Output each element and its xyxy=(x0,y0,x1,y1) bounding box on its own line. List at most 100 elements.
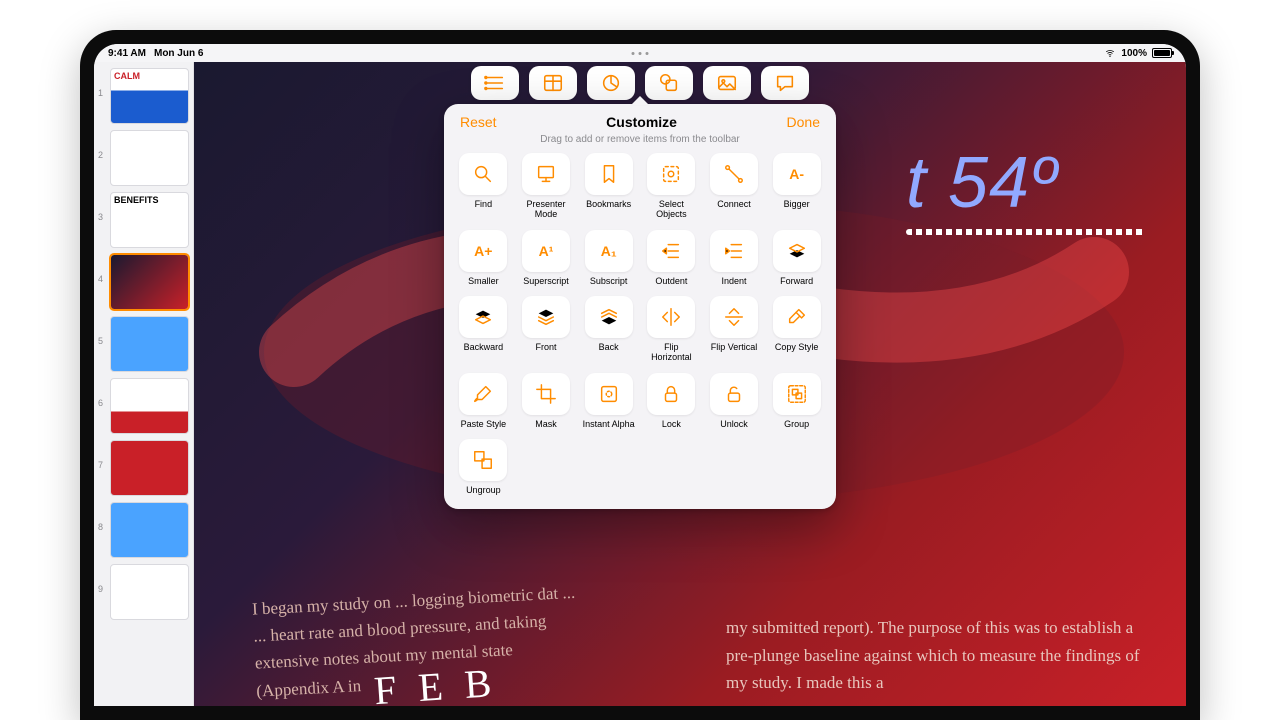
toolbar-item-select-objects[interactable]: Select Objects xyxy=(644,153,699,220)
presenter-mode-icon xyxy=(522,153,570,195)
status-battery-pct: 100% xyxy=(1121,48,1147,59)
toolbar-item-label: Indent xyxy=(721,276,746,286)
popover-subtitle: Drag to add or remove items from the too… xyxy=(456,134,824,145)
toolbar-item-label: Forward xyxy=(780,276,813,286)
instant-alpha-icon xyxy=(585,373,633,415)
toolbar-item-label: Copy Style xyxy=(775,342,819,352)
slide-thumb-7[interactable]: 7 xyxy=(98,440,189,496)
outdent-icon xyxy=(647,230,695,272)
slide-navigator[interactable]: 1CALM 2 3BENEFITS 4 5 6 7 8 9 xyxy=(94,62,194,706)
toolbar-item-label: Front xyxy=(535,342,556,352)
multitask-dots[interactable] xyxy=(632,52,649,55)
screen: 9:41 AM Mon Jun 6 100% t 54º I began my … xyxy=(94,44,1186,706)
status-date: Mon Jun 6 xyxy=(154,48,203,59)
toolbar-item-label: Mask xyxy=(535,419,557,429)
front-icon xyxy=(522,296,570,338)
toolbar-item-label: Unlock xyxy=(720,419,748,429)
slide-thumb-1[interactable]: 1CALM xyxy=(98,68,189,124)
customize-popover: Reset Customize Done Drag to add or remo… xyxy=(444,104,836,509)
superscript-icon: A¹ xyxy=(522,230,570,272)
toolbar-item-connect[interactable]: Connect xyxy=(707,153,762,220)
toolbar-item-label: Ungroup xyxy=(466,485,501,495)
group-icon xyxy=(773,373,821,415)
flip-horizontal-icon xyxy=(647,296,695,338)
toolbar-table-button[interactable] xyxy=(529,66,577,100)
wifi-icon xyxy=(1104,48,1116,58)
slide-title: t 54º xyxy=(906,142,1146,235)
toolbar-item-unlock[interactable]: Unlock xyxy=(707,373,762,429)
toolbar-item-label: Paste Style xyxy=(461,419,507,429)
reset-button[interactable]: Reset xyxy=(460,114,497,130)
status-time: 9:41 AM xyxy=(108,48,146,59)
slide-thumb-6[interactable]: 6 xyxy=(98,378,189,434)
status-bar: 9:41 AM Mon Jun 6 100% xyxy=(94,44,1186,62)
toolbar-item-copy-style[interactable]: Copy Style xyxy=(769,296,824,363)
toolbar-chart-button[interactable] xyxy=(587,66,635,100)
toolbar-item-presenter-mode[interactable]: Presenter Mode xyxy=(519,153,574,220)
back-icon xyxy=(585,296,633,338)
toolbar-item-front[interactable]: Front xyxy=(519,296,574,363)
toolbar-item-label: Superscript xyxy=(523,276,569,286)
slide-thumb-3[interactable]: 3BENEFITS xyxy=(98,192,189,248)
slide-thumb-5[interactable]: 5 xyxy=(98,316,189,372)
toolbar-shapes-button[interactable] xyxy=(645,66,693,100)
slide-thumb-2[interactable]: 2 xyxy=(98,130,189,186)
bookmarks-icon xyxy=(585,153,633,195)
slide-thumb-9[interactable]: 9 xyxy=(98,564,189,620)
backward-icon xyxy=(459,296,507,338)
toolbar-item-label: Smaller xyxy=(468,276,499,286)
toolbar-item-flip-vertical[interactable]: Flip Vertical xyxy=(707,296,762,363)
toolbar-item-indent[interactable]: Indent xyxy=(707,230,762,286)
toolbar-item-label: Subscript xyxy=(590,276,628,286)
paste-style-icon xyxy=(459,373,507,415)
toolbar-item-find[interactable]: Find xyxy=(456,153,511,220)
toolbar-item-ungroup[interactable]: Ungroup xyxy=(456,439,511,495)
lock-icon xyxy=(647,373,695,415)
battery-icon xyxy=(1152,48,1172,58)
done-button[interactable]: Done xyxy=(787,114,820,130)
toolbar-item-label: Find xyxy=(475,199,493,209)
find-icon xyxy=(459,153,507,195)
toolbar-list-button[interactable] xyxy=(471,66,519,100)
copy-style-icon xyxy=(773,296,821,338)
toolbar-item-flip-horizontal[interactable]: Flip Horizontal xyxy=(644,296,699,363)
toolbar-item-forward[interactable]: Forward xyxy=(769,230,824,286)
toolbar-item-bookmarks[interactable]: Bookmarks xyxy=(581,153,636,220)
toolbar-item-label: Outdent xyxy=(655,276,687,286)
toolbar-media-button[interactable] xyxy=(703,66,751,100)
toolbar-item-paste-style[interactable]: Paste Style xyxy=(456,373,511,429)
toolbar-item-outdent[interactable]: Outdent xyxy=(644,230,699,286)
slide-thumb-8[interactable]: 8 xyxy=(98,502,189,558)
toolbar-item-instant-alpha[interactable]: Instant Alpha xyxy=(581,373,636,429)
toolbar-item-label: Presenter Mode xyxy=(519,199,574,220)
toolbar-item-lock[interactable]: Lock xyxy=(644,373,699,429)
toolbar-item-group[interactable]: Group xyxy=(769,373,824,429)
toolbar-item-label: Connect xyxy=(717,199,751,209)
slide-thumb-4[interactable]: 4 xyxy=(98,254,189,310)
toolbar-comment-button[interactable] xyxy=(761,66,809,100)
popover-title: Customize xyxy=(606,114,677,130)
toolbar-item-backward[interactable]: Backward xyxy=(456,296,511,363)
toolbar-item-mask[interactable]: Mask xyxy=(519,373,574,429)
toolbar-item-label: Flip Horizontal xyxy=(644,342,699,363)
toolbar-item-subscript[interactable]: A₁Subscript xyxy=(581,230,636,286)
ipad-frame: 9:41 AM Mon Jun 6 100% t 54º I began my … xyxy=(80,30,1200,720)
slide-body-text-right: my submitted report). The purpose of thi… xyxy=(726,614,1156,696)
bigger-icon: A- xyxy=(773,153,821,195)
forward-icon xyxy=(773,230,821,272)
toolbar-items-grid: Find Presenter Mode BookmarksSelect Object… xyxy=(456,153,824,495)
toolbar-item-smaller[interactable]: A+ Smaller xyxy=(456,230,511,286)
toolbar xyxy=(471,66,809,100)
slide-handwriting: F E B xyxy=(373,659,499,706)
toolbar-item-label: Back xyxy=(599,342,619,352)
select-objects-icon xyxy=(647,153,695,195)
toolbar-item-back[interactable]: Back xyxy=(581,296,636,363)
toolbar-item-bigger[interactable]: A- Bigger xyxy=(769,153,824,220)
toolbar-item-label: Group xyxy=(784,419,809,429)
toolbar-item-superscript[interactable]: A¹ Superscript xyxy=(519,230,574,286)
mask-icon xyxy=(522,373,570,415)
toolbar-item-label: Bigger xyxy=(784,199,810,209)
toolbar-item-label: Backward xyxy=(464,342,504,352)
flip-vertical-icon xyxy=(710,296,758,338)
smaller-icon: A+ xyxy=(459,230,507,272)
